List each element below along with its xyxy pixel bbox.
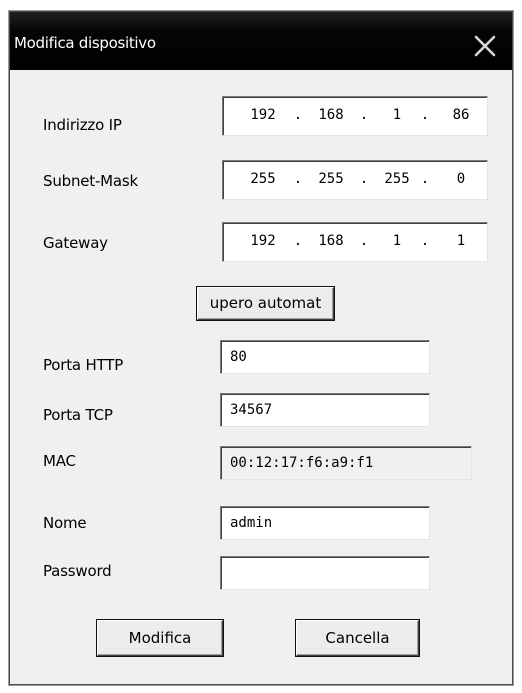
ip-dot: .	[359, 107, 369, 123]
http-port-label: Porta HTTP	[43, 356, 124, 374]
close-icon[interactable]	[472, 33, 498, 59]
ip-dot: .	[293, 107, 303, 123]
gateway-octet-4: 1	[456, 233, 466, 249]
title-bar: Modifica dispositivo	[10, 12, 512, 70]
ip-address-label: Indirizzo IP	[43, 116, 122, 134]
gateway-dot: .	[420, 233, 430, 249]
subnet-octet-4: 0	[456, 171, 466, 187]
cancel-button[interactable]: Cancella	[296, 620, 419, 656]
subnet-dot: .	[420, 171, 430, 187]
password-label: Password	[43, 562, 112, 580]
ip-dot: .	[420, 107, 430, 123]
subnet-octet-3: 255	[384, 171, 410, 187]
gateway-octet-3: 1	[392, 233, 402, 249]
http-port-input[interactable]: 80	[220, 340, 430, 374]
auto-retrieve-button[interactable]: upero automat	[197, 287, 334, 320]
subnet-octet-2: 255	[318, 171, 344, 187]
subnet-dot: .	[359, 171, 369, 187]
subnet-mask-field[interactable]: 255 . 255 . 255 . 0	[222, 160, 488, 200]
dialog-title: Modifica dispositivo	[14, 34, 156, 52]
edit-device-dialog: Modifica dispositivo Indirizzo IP 192 . …	[9, 11, 513, 685]
name-input[interactable]: admin	[220, 506, 430, 540]
gateway-field[interactable]: 192 . 168 . 1 . 1	[222, 222, 488, 262]
gateway-dot: .	[293, 233, 303, 249]
gateway-octet-2: 168	[318, 233, 344, 249]
subnet-octet-1: 255	[250, 171, 276, 187]
password-input[interactable]	[220, 556, 430, 590]
gateway-label: Gateway	[43, 234, 108, 252]
ip-octet-1: 192	[250, 107, 276, 123]
ip-octet-2: 168	[318, 107, 344, 123]
ip-octet-4: 86	[452, 107, 470, 123]
modify-button[interactable]: Modifica	[97, 620, 223, 656]
name-label: Nome	[43, 514, 87, 532]
ip-octet-3: 1	[392, 107, 402, 123]
tcp-port-label: Porta TCP	[43, 406, 113, 424]
mac-label: MAC	[43, 452, 76, 470]
subnet-mask-label: Subnet-Mask	[43, 172, 139, 190]
tcp-port-input[interactable]: 34567	[220, 393, 430, 427]
gateway-octet-1: 192	[250, 233, 276, 249]
mac-field: 00:12:17:f6:a9:f1	[220, 446, 472, 480]
gateway-dot: .	[359, 233, 369, 249]
subnet-dot: .	[293, 171, 303, 187]
ip-address-field[interactable]: 192 . 168 . 1 . 86	[222, 96, 488, 136]
